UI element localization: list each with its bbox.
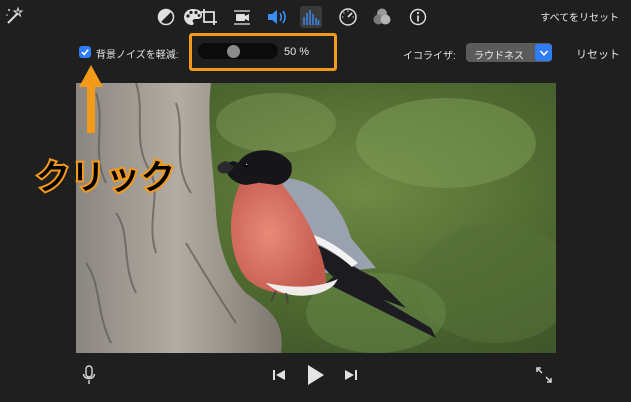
noise-reduction-label: 背景ノイズを軽減: [96,50,179,61]
color-balance-icon[interactable] [155,6,177,28]
bird-photo [76,83,556,353]
play-icon[interactable] [304,364,326,386]
noise-reduction-equalizer-icon[interactable] [300,6,322,28]
fullscreen-icon[interactable] [533,364,555,386]
magic-wand-icon[interactable] [4,6,24,26]
reset-button[interactable]: リセット [576,46,620,62]
info-icon[interactable] [407,6,429,28]
crop-icon[interactable] [198,6,220,28]
volume-icon[interactable] [266,6,288,28]
speed-icon[interactable] [337,6,359,28]
noise-reduction-checkbox[interactable] [79,46,91,58]
annotation-click-label: クリック [34,156,177,200]
video-viewer [76,83,556,353]
clip-filter-icon[interactable] [371,6,393,28]
microphone-icon[interactable] [78,364,100,386]
skip-back-icon[interactable] [268,364,290,386]
stabilization-icon[interactable] [231,6,253,28]
noise-reduction-value: 50 % [284,46,310,58]
chevron-down-icon[interactable] [535,44,552,61]
checkmark-icon [81,49,89,56]
annotation-arrow-up-icon [77,63,105,135]
reset-all-button[interactable]: すべてをリセット [540,9,619,24]
slider-knob[interactable] [227,45,240,58]
equalizer-selected-value: ラウドネス [474,51,524,62]
skip-forward-icon[interactable] [340,364,362,386]
equalizer-label: イコライザ: [403,51,456,62]
